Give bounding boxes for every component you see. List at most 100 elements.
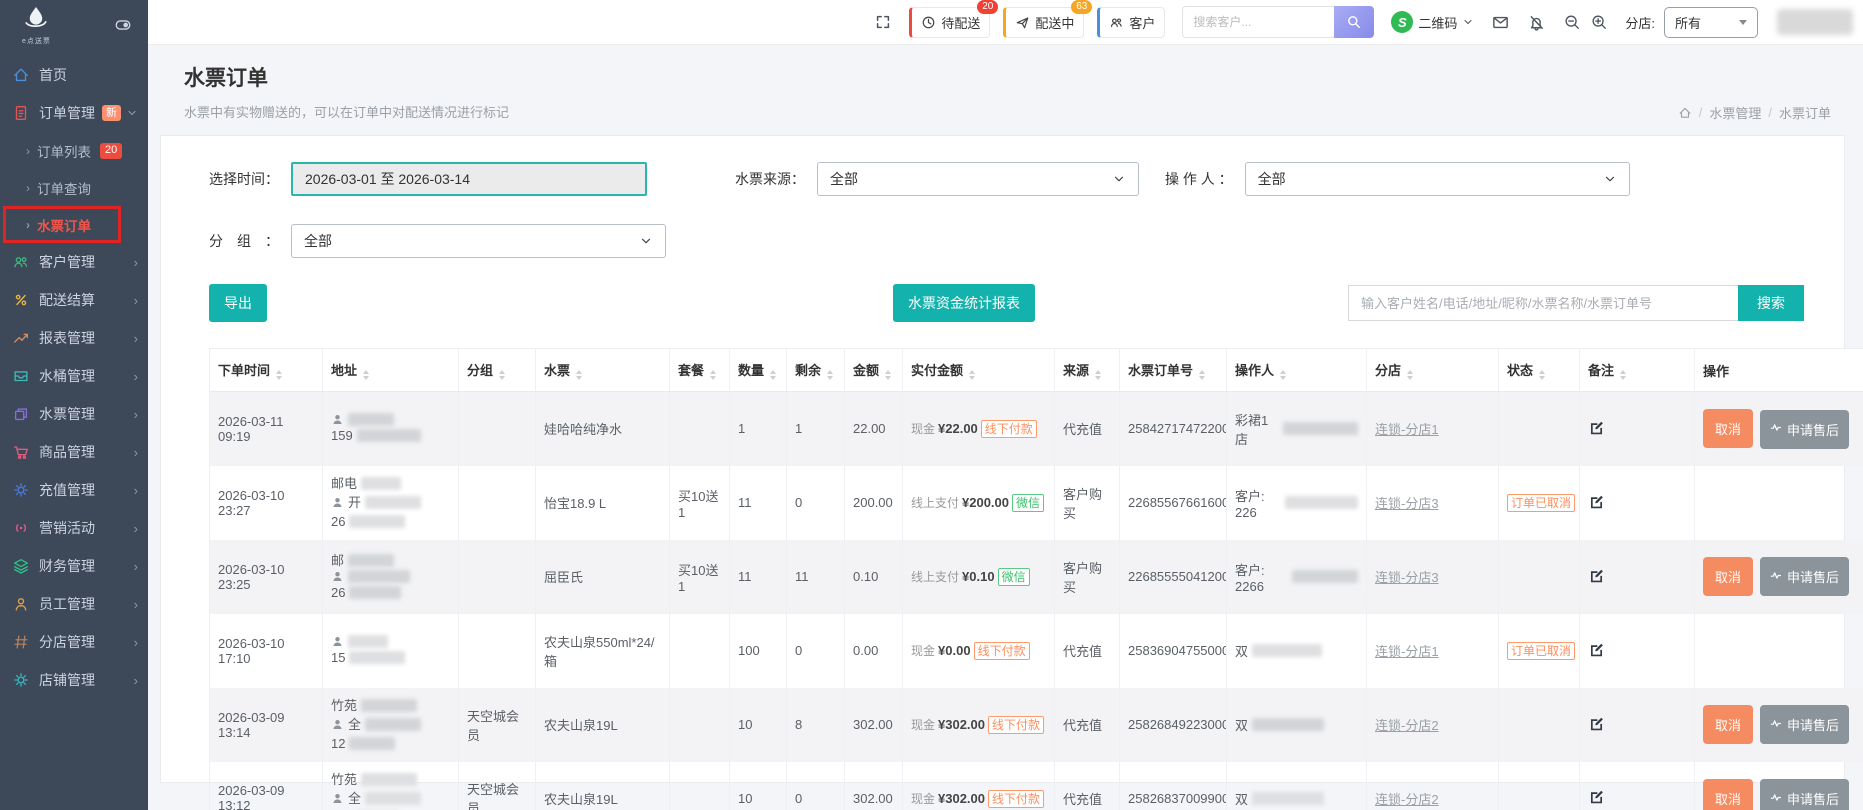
quick-button-客户[interactable]: 客户	[1097, 7, 1165, 38]
user-account-redacted[interactable]	[1777, 9, 1853, 35]
column-header-15[interactable]: 操作	[1695, 349, 1863, 392]
sidebar-item-4[interactable]: ›水票订单	[0, 206, 148, 243]
column-header-0[interactable]: 下单时间	[210, 349, 323, 392]
sort-icon[interactable]	[710, 370, 716, 380]
fullscreen-icon[interactable]	[874, 13, 892, 31]
sort-icon[interactable]	[1407, 370, 1413, 380]
sidebar-item-7[interactable]: 报表管理›	[0, 319, 148, 357]
sidebar-item-0[interactable]: 首页	[0, 56, 148, 94]
zoom-in-icon[interactable]	[1590, 13, 1608, 31]
sidebar-item-8[interactable]: 水桶管理›	[0, 357, 148, 395]
quick-button-配送中[interactable]: 配送中63	[1003, 7, 1084, 38]
column-header-1[interactable]: 地址	[323, 349, 459, 392]
redacted-text	[349, 651, 405, 664]
water-drop-logo-icon	[23, 5, 49, 36]
edit-remark-icon[interactable]	[1588, 715, 1605, 732]
table-search-group: 搜索	[1348, 285, 1804, 321]
cell-remaining: 8	[787, 688, 845, 762]
quick-button-label: 待配送	[941, 13, 980, 32]
sidebar-item-14[interactable]: 员工管理›	[0, 585, 148, 623]
column-header-8[interactable]: 实付金额	[903, 349, 1055, 392]
qrcode-menu[interactable]: S 二维码	[1391, 11, 1474, 33]
sort-icon[interactable]	[276, 370, 282, 380]
bell-off-icon[interactable]	[1527, 13, 1546, 32]
sort-icon[interactable]	[1280, 370, 1286, 380]
zoom-out-icon[interactable]	[1563, 13, 1581, 31]
sidebar-item-1[interactable]: 订单管理新	[0, 94, 148, 132]
collapse-toggle-icon[interactable]	[114, 16, 132, 34]
sort-icon[interactable]	[363, 370, 369, 380]
column-header-11[interactable]: 操作人	[1227, 349, 1367, 392]
column-header-3[interactable]: 水票	[536, 349, 670, 392]
edit-remark-icon[interactable]	[1588, 641, 1605, 658]
column-header-5[interactable]: 数量	[730, 349, 787, 392]
sidebar-item-5[interactable]: 客户管理›	[0, 243, 148, 281]
redacted-text	[348, 413, 394, 426]
column-header-14[interactable]: 备注	[1580, 349, 1695, 392]
sort-icon[interactable]	[1620, 370, 1626, 380]
branch-link[interactable]: 连锁-分店3	[1375, 496, 1439, 511]
table-search-button[interactable]: 搜索	[1738, 285, 1804, 321]
sort-icon[interactable]	[499, 370, 505, 380]
sidebar-item-3[interactable]: ›订单查询	[0, 169, 148, 206]
sidebar-item-12[interactable]: 营销活动›	[0, 509, 148, 547]
edit-remark-icon[interactable]	[1588, 493, 1605, 510]
sort-icon[interactable]	[1539, 370, 1545, 380]
branch-select[interactable]: 所有	[1664, 7, 1758, 38]
branch-link[interactable]: 连锁-分店3	[1375, 570, 1439, 585]
sidebar-item-9[interactable]: 水票管理›	[0, 395, 148, 433]
branch-link[interactable]: 连锁-分店1	[1375, 422, 1439, 437]
sidebar-item-6[interactable]: 配送结算›	[0, 281, 148, 319]
hash-icon	[12, 633, 30, 651]
home-icon[interactable]	[1678, 106, 1692, 120]
cancel-order-button[interactable]: 取消	[1703, 705, 1753, 744]
sidebar-item-13[interactable]: 财务管理›	[0, 547, 148, 585]
apply-aftersale-button[interactable]: 申请售后	[1760, 410, 1849, 449]
edit-remark-icon[interactable]	[1588, 419, 1605, 436]
sort-icon[interactable]	[1199, 370, 1205, 380]
apply-aftersale-button[interactable]: 申请售后	[1760, 557, 1849, 596]
sort-icon[interactable]	[969, 370, 975, 380]
sidebar-item-10[interactable]: 商品管理›	[0, 433, 148, 471]
group-select[interactable]: 全部	[291, 224, 666, 258]
branch-link[interactable]: 连锁-分店2	[1375, 792, 1439, 807]
cancel-order-button[interactable]: 取消	[1703, 779, 1753, 810]
edit-remark-icon[interactable]	[1588, 788, 1605, 805]
cell-order-no: 22685567661600	[1120, 466, 1227, 540]
sidebar-item-2[interactable]: ›订单列表20	[0, 132, 148, 169]
column-header-10[interactable]: 水票订单号	[1120, 349, 1227, 392]
operator-select[interactable]: 全部	[1245, 162, 1630, 196]
column-header-7[interactable]: 金额	[845, 349, 903, 392]
column-header-9[interactable]: 来源	[1055, 349, 1120, 392]
sort-icon[interactable]	[827, 370, 833, 380]
sidebar-item-16[interactable]: 店铺管理›	[0, 661, 148, 699]
branch-link[interactable]: 连锁-分店2	[1375, 718, 1439, 733]
funds-report-button[interactable]: 水票资金统计报表	[893, 284, 1035, 322]
edit-remark-icon[interactable]	[1588, 567, 1605, 584]
quick-button-待配送[interactable]: 待配送20	[909, 7, 990, 38]
customer-search-input[interactable]	[1182, 6, 1334, 38]
source-select[interactable]: 全部	[817, 162, 1139, 196]
export-button[interactable]: 导出	[209, 284, 267, 322]
apply-aftersale-button[interactable]: 申请售后	[1760, 779, 1849, 810]
table-search-input[interactable]	[1348, 285, 1738, 321]
cancel-order-button[interactable]: 取消	[1703, 409, 1753, 448]
branch-link[interactable]: 连锁-分店1	[1375, 644, 1439, 659]
sort-icon[interactable]	[1095, 370, 1101, 380]
date-range-input[interactable]	[291, 162, 647, 196]
sort-icon[interactable]	[770, 370, 776, 380]
column-header-13[interactable]: 状态	[1499, 349, 1580, 392]
sort-icon[interactable]	[885, 370, 891, 380]
column-header-12[interactable]: 分店	[1367, 349, 1499, 392]
breadcrumb-item[interactable]: 水票管理	[1709, 103, 1761, 122]
column-header-6[interactable]: 剩余	[787, 349, 845, 392]
sidebar-item-15[interactable]: 分店管理›	[0, 623, 148, 661]
column-header-4[interactable]: 套餐	[670, 349, 730, 392]
column-header-2[interactable]: 分组	[459, 349, 536, 392]
cancel-order-button[interactable]: 取消	[1703, 557, 1753, 596]
mail-icon[interactable]	[1491, 13, 1510, 32]
sort-icon[interactable]	[576, 370, 582, 380]
apply-aftersale-button[interactable]: 申请售后	[1760, 705, 1849, 744]
sidebar-item-11[interactable]: 充值管理›	[0, 471, 148, 509]
search-button[interactable]	[1334, 6, 1374, 38]
